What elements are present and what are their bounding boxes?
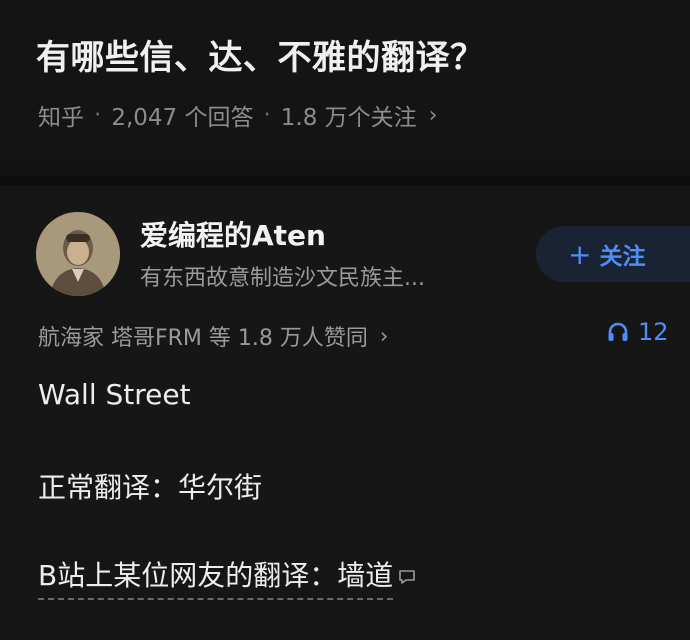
avatar[interactable] <box>36 212 120 296</box>
question-meta[interactable]: 知乎 · 2,047 个回答 · 1.8 万个关注 › <box>38 98 437 132</box>
meta-separator: · <box>94 102 102 128</box>
section-divider <box>0 176 690 186</box>
question-title[interactable]: 有哪些信、达、不雅的翻译？ <box>36 30 485 79</box>
answer-text-line: B站上某位网友的翻译：墙道 <box>38 554 417 600</box>
answer-card: 爱编程的Aten 有东西故意制造沙文民族主... + 关注 航海家 塔哥FRM … <box>0 186 690 640</box>
source-label: 知乎 <box>38 105 84 131</box>
question-header: 有哪些信、达、不雅的翻译？ 知乎 · 2,047 个回答 · 1.8 万个关注 … <box>0 0 690 160</box>
plus-icon: + <box>568 237 592 271</box>
answer-count: 2,047 个回答 <box>111 105 254 131</box>
follow-label: 关注 <box>599 244 646 270</box>
headphones-icon <box>608 322 628 341</box>
endorsement-line[interactable]: 航海家 塔哥FRM 等 1.8 万人赞同 › <box>38 320 388 352</box>
listen-button[interactable]: 12 <box>606 318 669 346</box>
highlighted-text[interactable]: B站上某位网友的翻译：墙道 <box>38 559 394 600</box>
chevron-right-icon: › <box>379 324 389 348</box>
follow-button[interactable]: + 关注 <box>536 226 690 282</box>
meta-separator: · <box>263 102 271 128</box>
avatar-image <box>36 212 120 296</box>
endorsement-text: 航海家 塔哥FRM 等 1.8 万人赞同 <box>38 326 368 351</box>
author-bio: 有东西故意制造沙文民族主... <box>140 266 425 291</box>
author-name[interactable]: 爱编程的Aten <box>140 214 326 254</box>
answer-text-line: Wall Street <box>38 378 191 411</box>
listen-count: 12 <box>638 318 669 346</box>
comment-icon[interactable] <box>397 567 417 587</box>
follower-count: 1.8 万个关注 <box>280 105 417 131</box>
chevron-right-icon[interactable]: › <box>429 103 438 128</box>
answer-text-line: 正常翻译：华尔街 <box>38 471 263 504</box>
